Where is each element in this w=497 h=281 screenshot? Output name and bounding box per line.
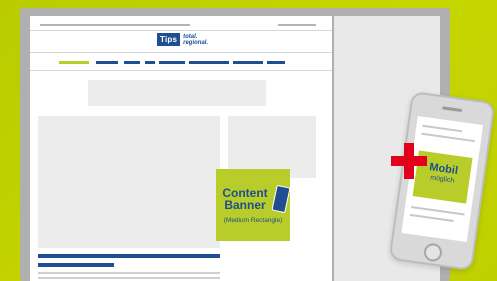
content-banner-subtitle: (Medium Rectangle) bbox=[223, 217, 283, 224]
home-button-icon bbox=[422, 242, 444, 263]
logo-brand: Tips bbox=[157, 33, 181, 46]
nav-item bbox=[96, 61, 118, 64]
plus-icon bbox=[391, 143, 427, 179]
mobile-text-line bbox=[421, 132, 476, 143]
nav-item bbox=[189, 61, 229, 64]
nav-divider bbox=[30, 70, 332, 71]
logo-claim-line2: regional. bbox=[183, 39, 209, 46]
content-banner: Content Banner (Medium Rectangle) bbox=[216, 169, 291, 241]
headline-bar bbox=[38, 254, 220, 258]
mobile-text-line bbox=[409, 213, 454, 222]
header-line-right bbox=[278, 24, 316, 26]
nav-item bbox=[124, 61, 140, 64]
logo-divider bbox=[30, 52, 332, 53]
leaderboard-placeholder bbox=[88, 80, 266, 106]
main-content-placeholder bbox=[38, 116, 220, 248]
nav-item bbox=[267, 61, 285, 64]
header-divider bbox=[30, 30, 332, 31]
nav-item bbox=[233, 61, 263, 64]
nav-item-active bbox=[59, 61, 89, 64]
phone-screen: Mobil möglich bbox=[401, 116, 484, 243]
webpage-mockup: Tips total. regional. bbox=[30, 16, 332, 281]
mobile-text-line bbox=[422, 124, 463, 133]
text-line bbox=[38, 272, 220, 274]
speaker-icon bbox=[441, 106, 463, 113]
nav-item bbox=[145, 61, 155, 64]
header-line-left bbox=[40, 24, 190, 26]
tips-logo: Tips total. regional. bbox=[157, 33, 208, 46]
headline-bar-short bbox=[38, 263, 114, 267]
smartphone-icon bbox=[271, 184, 291, 214]
nav-item bbox=[159, 61, 185, 64]
mobile-text-line bbox=[410, 205, 465, 216]
text-line bbox=[38, 277, 220, 279]
logo-claim: total. regional. bbox=[183, 34, 208, 46]
content-banner-title-line2: Banner bbox=[224, 198, 266, 212]
content-banner-title: Content Banner bbox=[216, 187, 274, 211]
